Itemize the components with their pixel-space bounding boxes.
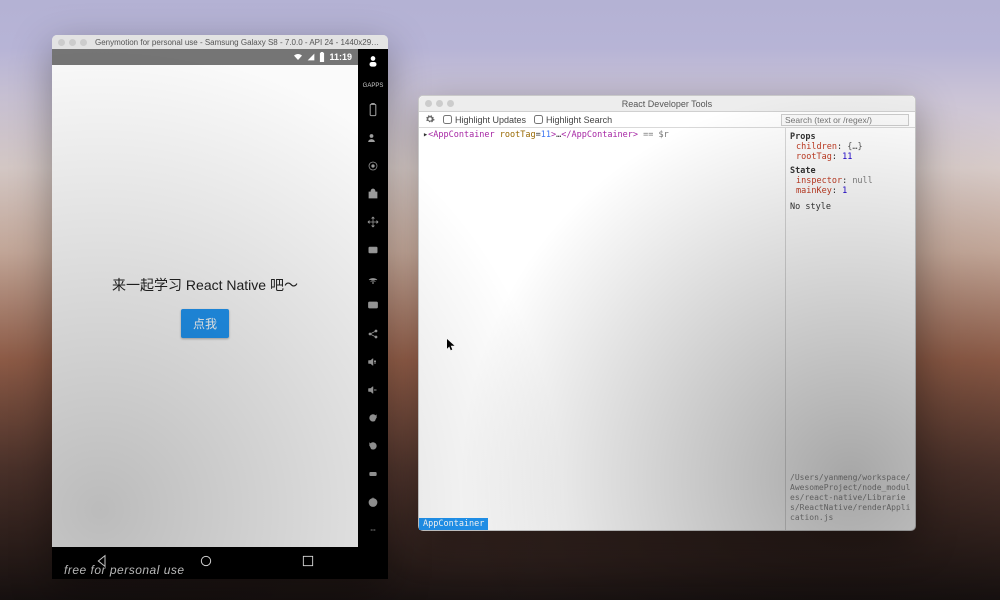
volume-down-icon[interactable] — [366, 383, 380, 397]
camera-icon[interactable] — [366, 159, 380, 173]
users-icon[interactable] — [366, 131, 380, 145]
watermark-text: free for personal use — [64, 563, 185, 577]
devtools-title: React Developer Tools — [419, 99, 915, 109]
traffic-min-icon[interactable] — [69, 39, 76, 46]
phone-column: 11:19 来一起学习 React Native 吧～ 点我 free for … — [52, 49, 358, 579]
nav-home-icon[interactable] — [198, 553, 214, 574]
react-devtools-window: React Developer Tools Highlight Updates … — [418, 95, 916, 531]
gapps-label: GAPPS — [363, 83, 384, 89]
share-icon[interactable] — [366, 327, 380, 341]
more-icon[interactable] — [366, 523, 380, 537]
highlight-updates-input[interactable] — [443, 115, 452, 124]
sms-icon[interactable] — [366, 299, 380, 313]
android-statusbar: 11:19 — [52, 49, 358, 65]
gear-icon[interactable] — [425, 114, 435, 126]
emulator-sidepanel: GAPPS — [358, 49, 388, 579]
wifi-icon[interactable] — [366, 271, 380, 285]
id-icon[interactable] — [366, 243, 380, 257]
component-tree[interactable]: ▸<AppContainer rootTag=11>…</AppContaine… — [419, 128, 785, 530]
tree-node-appcontainer[interactable]: ▸<AppContainer rootTag=11>…</AppContaine… — [423, 130, 781, 140]
props-panel: Props children: {…} rootTag: 11 State in… — [785, 128, 915, 530]
highlight-updates-checkbox[interactable]: Highlight Updates — [443, 115, 526, 125]
search-input[interactable] — [781, 114, 909, 126]
battery-icon[interactable] — [366, 103, 380, 117]
prop-roottag[interactable]: rootTag: 11 — [790, 152, 911, 162]
volume-up-icon[interactable] — [366, 355, 380, 369]
genymotion-body: 11:19 来一起学习 React Native 吧～ 点我 free for … — [52, 49, 388, 579]
gapps-icon[interactable] — [366, 55, 380, 69]
state-mainkey[interactable]: mainKey: 1 — [790, 186, 911, 196]
app-button[interactable]: 点我 — [181, 309, 229, 338]
highlight-search-checkbox[interactable]: Highlight Search — [534, 115, 612, 125]
genymotion-window: Genymotion for personal use - Samsung Ga… — [52, 35, 388, 579]
devtools-titlebar[interactable]: React Developer Tools — [419, 96, 915, 112]
devtools-toolbar: Highlight Updates Highlight Search — [419, 112, 915, 128]
app-screen[interactable]: 来一起学习 React Native 吧～ 点我 — [52, 65, 358, 547]
prop-children[interactable]: children: {…} — [790, 142, 911, 152]
traffic-close-icon[interactable] — [58, 39, 65, 46]
rotate-ccw-icon[interactable] — [366, 411, 380, 425]
highlight-updates-label: Highlight Updates — [455, 115, 526, 125]
rotate-device-icon[interactable] — [366, 467, 380, 481]
source-path: /Users/yanmeng/workspace/AwesomeProject/… — [790, 473, 911, 527]
statusbar-time: 11:19 — [329, 52, 352, 62]
highlight-search-label: Highlight Search — [546, 115, 612, 125]
power-icon[interactable] — [366, 495, 380, 509]
traffic-max-icon[interactable] — [80, 39, 87, 46]
breadcrumb[interactable]: AppContainer — [419, 518, 488, 530]
nav-recent-icon[interactable] — [301, 554, 315, 573]
state-inspector[interactable]: inspector: null — [790, 176, 911, 186]
rotate-cw-icon[interactable] — [366, 439, 380, 453]
state-header: State — [790, 166, 911, 176]
highlight-search-input[interactable] — [534, 115, 543, 124]
bag-icon[interactable] — [366, 187, 380, 201]
genymotion-titlebar[interactable]: Genymotion for personal use - Samsung Ga… — [52, 35, 388, 49]
devtools-main: ▸<AppContainer rootTag=11>…</AppContaine… — [419, 128, 915, 530]
props-header: Props — [790, 132, 911, 142]
signal-icon — [307, 53, 315, 61]
genymotion-title: Genymotion for personal use - Samsung Ga… — [95, 38, 382, 47]
battery-icon — [319, 52, 325, 62]
move-icon[interactable] — [366, 215, 380, 229]
app-heading: 来一起学习 React Native 吧～ — [112, 275, 298, 295]
no-style-label: No style — [790, 202, 911, 212]
wifi-icon — [293, 53, 303, 61]
